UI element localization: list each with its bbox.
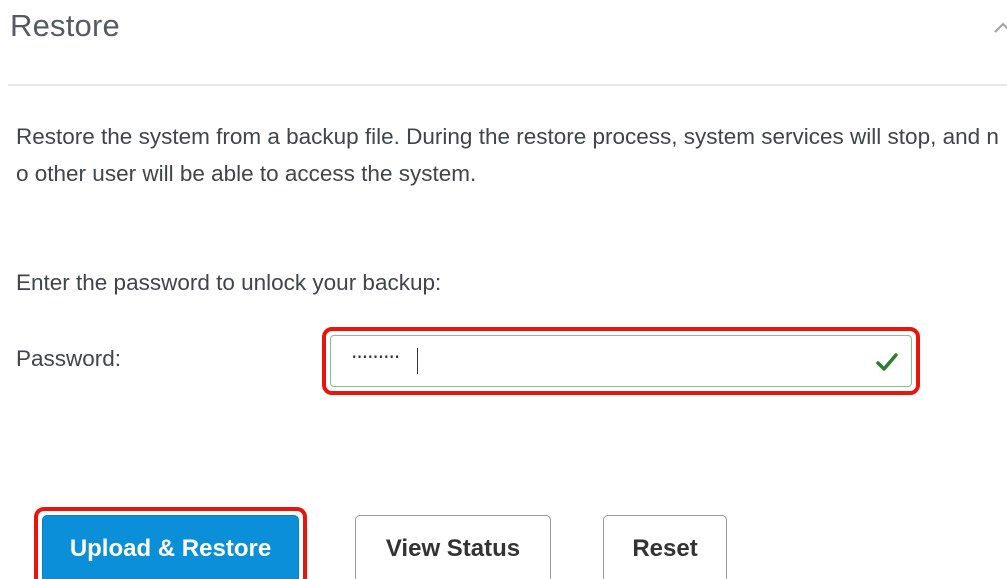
divider	[8, 84, 1007, 86]
panel-title: Restore	[10, 8, 120, 43]
reset-button[interactable]: Reset	[603, 515, 727, 579]
text-caret	[417, 348, 418, 374]
checkmark-icon	[875, 350, 899, 374]
restore-panel: Restore Restore the system from a backup…	[0, 0, 1007, 579]
unlock-instruction-label: Enter the password to unlock your backup…	[16, 270, 442, 295]
chevron-up-icon[interactable]	[991, 20, 1007, 36]
restore-description: Restore the system from a backup file. D…	[16, 124, 999, 186]
password-masked-value: ·········	[351, 345, 400, 369]
password-label: Password:	[16, 346, 122, 371]
view-status-button[interactable]: View Status	[355, 515, 551, 579]
upload-restore-button[interactable]: Upload & Restore	[42, 515, 299, 579]
password-input[interactable]: ·········	[330, 335, 912, 387]
